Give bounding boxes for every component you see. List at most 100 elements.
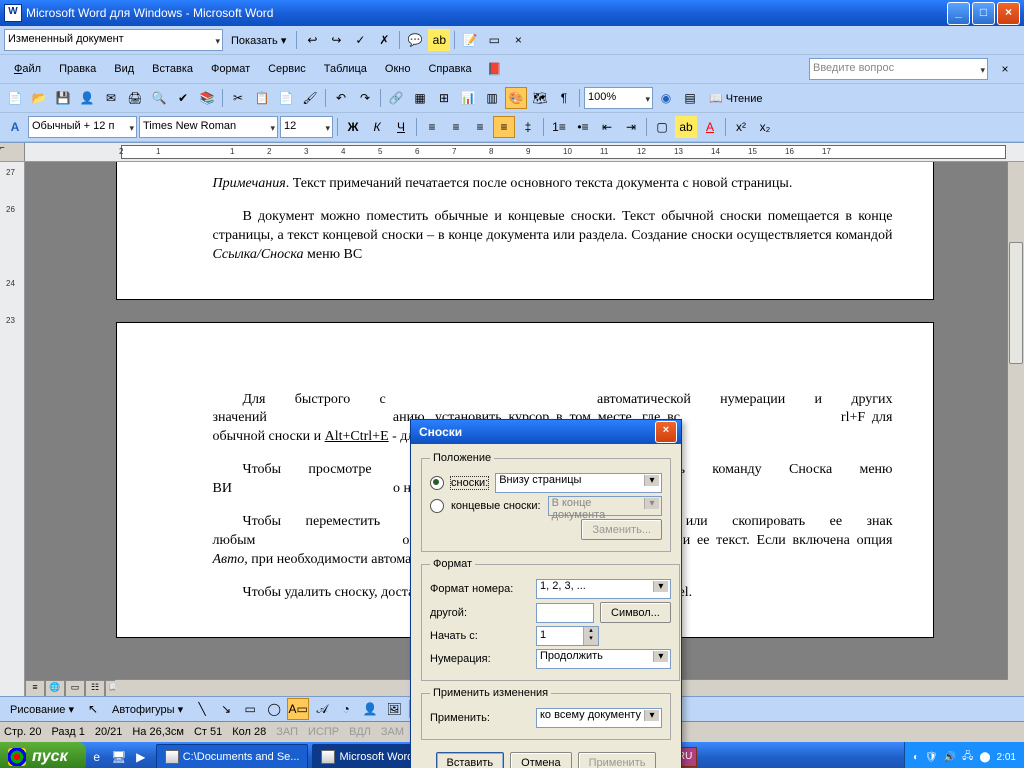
- hyperlink-icon[interactable]: 🔗: [385, 87, 407, 109]
- status-rec[interactable]: ЗАП: [276, 726, 298, 738]
- dialog-close-button[interactable]: ×: [655, 421, 677, 443]
- custom-mark-input[interactable]: [536, 603, 594, 623]
- apply-to-combo[interactable]: ко всему документу: [536, 708, 662, 728]
- page[interactable]: Примечания. Текст примечаний печатается …: [116, 162, 934, 300]
- reviewing-pane-icon[interactable]: ▭: [483, 29, 505, 51]
- print-icon[interactable]: 🖨: [124, 87, 146, 109]
- zoom-combo[interactable]: 100%: [584, 87, 653, 109]
- styles-pane-icon[interactable]: A: [4, 116, 26, 138]
- format-painter-icon[interactable]: 🖌: [299, 87, 321, 109]
- symbol-button[interactable]: Символ...: [600, 602, 671, 623]
- tray-av-icon[interactable]: ⬤: [979, 752, 990, 763]
- columns-icon[interactable]: ▥: [481, 87, 503, 109]
- track-changes-icon[interactable]: 📝: [459, 29, 481, 51]
- help-search-box[interactable]: Введите вопрос: [809, 58, 988, 80]
- oval-icon[interactable]: ◯: [263, 698, 285, 720]
- copy-icon[interactable]: 📋: [251, 87, 273, 109]
- menu-table[interactable]: Таблица: [318, 61, 373, 77]
- show-menu[interactable]: Показать ▾: [225, 32, 292, 49]
- menu-window[interactable]: Окно: [379, 61, 417, 77]
- system-tray[interactable]: ◐ 🛡 🔊 🖧 ⬤ 2:01: [904, 742, 1024, 768]
- menu-help[interactable]: Справка: [422, 61, 477, 77]
- help-icon[interactable]: 📕: [484, 58, 506, 80]
- footnote-position-combo[interactable]: Внизу страницы: [495, 473, 662, 493]
- autoshapes-menu[interactable]: Автофигуры ▾: [106, 701, 189, 718]
- footnotes-radio[interactable]: [430, 476, 444, 490]
- tables-borders-icon[interactable]: ▦: [409, 87, 431, 109]
- open-icon[interactable]: 📂: [28, 87, 50, 109]
- endnotes-radio[interactable]: [430, 499, 444, 513]
- highlight-icon[interactable]: ab: [428, 29, 450, 51]
- menu-file[interactable]: Файл: [8, 61, 47, 77]
- menu-insert[interactable]: Вставка: [146, 61, 199, 77]
- status-trk[interactable]: ИСПР: [308, 726, 339, 738]
- undo-icon[interactable]: ↶: [330, 87, 352, 109]
- paste-icon[interactable]: 📄: [275, 87, 297, 109]
- clock[interactable]: 2:01: [997, 752, 1016, 763]
- italic-icon[interactable]: К: [366, 116, 388, 138]
- borders-icon[interactable]: ▢: [651, 116, 673, 138]
- numbered-list-icon[interactable]: 1≡: [548, 116, 570, 138]
- cancel-button[interactable]: Отмена: [510, 752, 571, 768]
- prev-change-icon[interactable]: ↩: [301, 29, 323, 51]
- accept-change-icon[interactable]: ✓: [349, 29, 371, 51]
- maximize-button[interactable]: □: [972, 2, 995, 25]
- excel-icon[interactable]: 📊: [457, 87, 479, 109]
- close-doc-button[interactable]: ×: [994, 58, 1016, 80]
- superscript-icon[interactable]: x²: [730, 116, 752, 138]
- comment-icon[interactable]: 💬: [404, 29, 426, 51]
- spellcheck-icon[interactable]: ✔: [172, 87, 194, 109]
- new-doc-icon[interactable]: 📄: [4, 87, 26, 109]
- status-ext[interactable]: ВДЛ: [349, 726, 371, 738]
- decrease-indent-icon[interactable]: ⇤: [596, 116, 618, 138]
- select-objects-icon[interactable]: ↖: [82, 698, 104, 720]
- dialog-titlebar[interactable]: Сноски ×: [411, 420, 681, 444]
- textbox-icon[interactable]: A▭: [287, 698, 309, 720]
- doc-map-icon[interactable]: 🗺: [529, 87, 551, 109]
- diagram-icon[interactable]: ◔: [335, 698, 357, 720]
- close-window-button[interactable]: ×: [997, 2, 1020, 25]
- tray-volume-icon[interactable]: 🔊: [944, 752, 956, 763]
- cut-icon[interactable]: ✂: [227, 87, 249, 109]
- reject-change-icon[interactable]: ✗: [373, 29, 395, 51]
- underline-icon[interactable]: Ч: [390, 116, 412, 138]
- increase-indent-icon[interactable]: ⇥: [620, 116, 642, 138]
- quicklaunch-media-icon[interactable]: ▶: [130, 746, 152, 768]
- font-combo[interactable]: Times New Roman: [139, 116, 278, 138]
- ms-help-icon[interactable]: ◉: [655, 87, 677, 109]
- show-marks-icon[interactable]: ¶: [553, 87, 575, 109]
- menu-edit[interactable]: Правка: [53, 61, 102, 77]
- insert-button[interactable]: Вставить: [436, 752, 505, 768]
- read-layout-icon[interactable]: ▤: [679, 87, 701, 109]
- wordart-icon[interactable]: 𝒜: [311, 698, 333, 720]
- font-size-combo[interactable]: 12: [280, 116, 333, 138]
- footnotes-radio-label[interactable]: сноски:: [450, 476, 489, 490]
- next-change-icon[interactable]: ↪: [325, 29, 347, 51]
- status-ovr[interactable]: ЗАМ: [381, 726, 404, 738]
- save-icon[interactable]: 💾: [52, 87, 74, 109]
- tray-network-icon[interactable]: 🖧: [962, 749, 973, 766]
- bold-icon[interactable]: Ж: [342, 116, 364, 138]
- quicklaunch-desktop-icon[interactable]: 🖥: [108, 746, 130, 768]
- line-spacing-icon[interactable]: ‡: [517, 116, 539, 138]
- research-icon[interactable]: 📚: [196, 87, 218, 109]
- numbering-combo[interactable]: Продолжить: [536, 649, 671, 669]
- vertical-scrollbar[interactable]: [1007, 162, 1024, 696]
- redo-icon[interactable]: ↷: [354, 87, 376, 109]
- mail-icon[interactable]: ✉: [100, 87, 122, 109]
- picture-icon[interactable]: 🖼: [383, 698, 405, 720]
- vertical-ruler[interactable]: 27262423: [0, 162, 25, 696]
- endnotes-radio-label[interactable]: концевые сноски:: [450, 499, 542, 513]
- align-justify-icon[interactable]: ≡: [493, 116, 515, 138]
- reading-mode-button[interactable]: 📖 Чтение: [703, 90, 768, 107]
- tray-shield-icon[interactable]: 🛡: [925, 752, 938, 763]
- align-center-icon[interactable]: ≡: [445, 116, 467, 138]
- start-button[interactable]: пуск: [0, 742, 86, 768]
- taskbar-item-explorer[interactable]: C:\Documents and Se...: [156, 744, 309, 768]
- outline-view-icon[interactable]: ☷: [85, 680, 105, 696]
- tray-icon[interactable]: ◐: [913, 752, 919, 763]
- doc-state-combo[interactable]: Измененный документ: [4, 29, 223, 51]
- bullet-list-icon[interactable]: •≡: [572, 116, 594, 138]
- quicklaunch-ie-icon[interactable]: e: [86, 746, 108, 768]
- align-left-icon[interactable]: ≡: [421, 116, 443, 138]
